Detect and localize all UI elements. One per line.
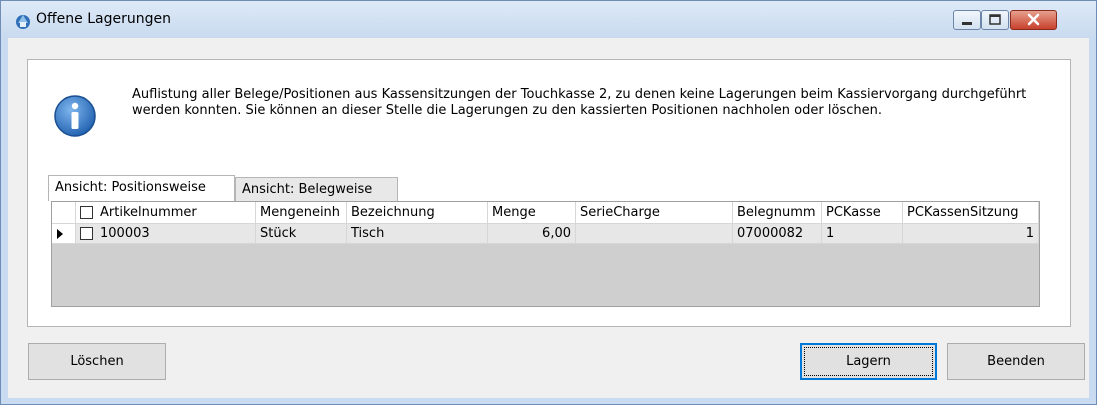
header-seriecharge[interactable]: SerieCharge	[576, 202, 733, 224]
store-button[interactable]: Lagern	[800, 343, 937, 380]
positions-grid: Artikelnummer Mengeneinh Bezeichnung Men…	[51, 201, 1040, 307]
maximize-icon	[989, 14, 1001, 25]
description-text: Auflistung aller Belege/Positionen aus K…	[132, 87, 1027, 118]
cell-pckasse[interactable]: 1	[822, 224, 903, 244]
grid-header: Artikelnummer Mengeneinh Bezeichnung Men…	[52, 202, 1039, 224]
cell-bezeichnung[interactable]: Tisch	[347, 224, 488, 244]
cell-seriecharge[interactable]	[576, 224, 733, 244]
content-panel: Auflistung aller Belege/Positionen aus K…	[27, 59, 1071, 327]
dialog-body: Auflistung aller Belege/Positionen aus K…	[8, 38, 1089, 398]
maximize-button[interactable]	[981, 10, 1009, 30]
header-belegnummer[interactable]: Belegnumm	[733, 202, 822, 224]
close-window-button[interactable]	[1010, 10, 1057, 30]
cell-text: 100003	[100, 226, 150, 241]
header-pckassensitzung[interactable]: PCKassenSitzung	[903, 202, 1039, 224]
header-row-selector	[52, 202, 76, 224]
row-checkbox[interactable]	[80, 227, 93, 240]
cell-mengeneinheit[interactable]: Stück	[256, 224, 347, 244]
table-row[interactable]: 100003 Stück Tisch 6,00 07000082 1 1	[52, 224, 1039, 244]
window-title: Offene Lagerungen	[36, 11, 171, 27]
minimize-button[interactable]	[953, 10, 981, 30]
header-mengeneinheit[interactable]: Mengeneinh	[256, 202, 347, 224]
header-menge[interactable]: Menge	[488, 202, 576, 224]
header-pckasse[interactable]: PCKasse	[822, 202, 903, 224]
title-bar[interactable]: Offene Lagerungen	[1, 1, 1096, 39]
current-row-arrow-icon	[57, 229, 63, 239]
app-icon	[16, 15, 30, 29]
tab-positionsweise[interactable]: Ansicht: Positionsweise	[48, 175, 235, 201]
delete-button[interactable]: Löschen	[28, 343, 166, 380]
cell-belegnummer[interactable]: 07000082	[733, 224, 822, 244]
select-all-checkbox[interactable]	[80, 206, 93, 219]
info-icon	[54, 95, 96, 137]
close-button[interactable]: Beenden	[947, 343, 1085, 380]
row-selector[interactable]	[52, 224, 76, 244]
cell-artikelnummer[interactable]: 100003	[76, 224, 256, 244]
dialog-window: Offene Lagerungen Auflistung aller Beleg…	[0, 0, 1097, 405]
cell-pckassensitzung[interactable]: 1	[903, 224, 1039, 244]
header-artikelnummer[interactable]: Artikelnummer	[76, 202, 256, 224]
close-icon	[1027, 13, 1040, 26]
minimize-icon	[962, 22, 972, 25]
header-label: Artikelnummer	[100, 205, 197, 220]
cell-menge[interactable]: 6,00	[488, 224, 576, 244]
header-bezeichnung[interactable]: Bezeichnung	[347, 202, 488, 224]
tab-belegweise[interactable]: Ansicht: Belegweise	[235, 177, 398, 201]
focus-rectangle	[804, 347, 933, 376]
